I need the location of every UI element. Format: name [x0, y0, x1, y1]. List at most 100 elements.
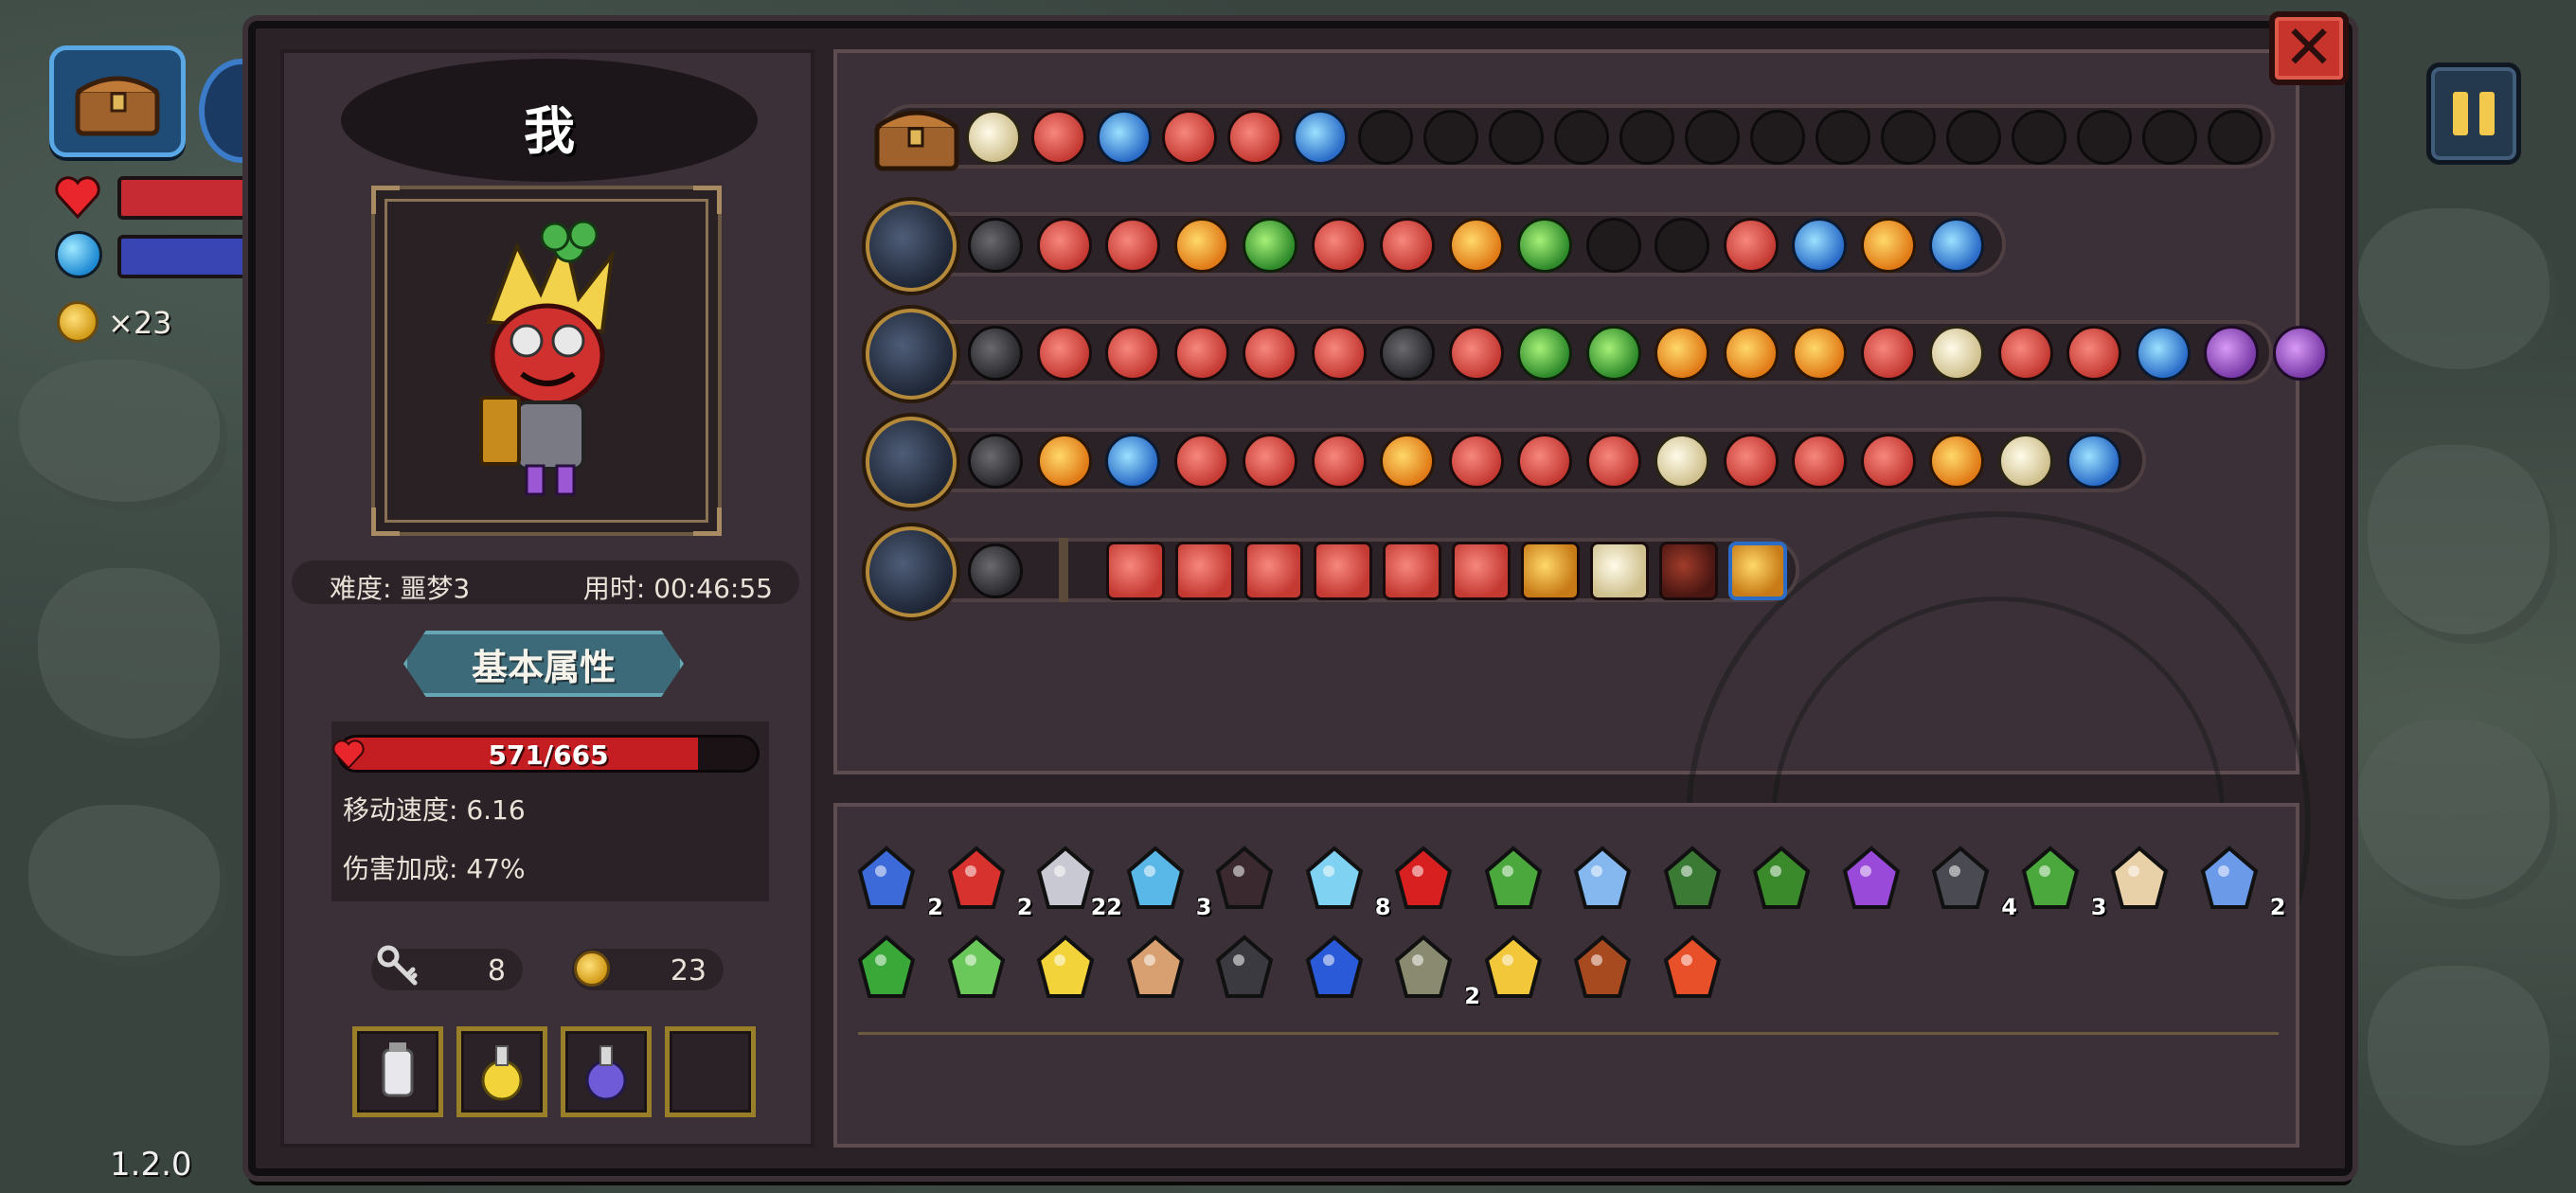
chest-module-slot[interactable] — [1162, 110, 1217, 165]
weapon-module-slot[interactable] — [1448, 218, 1504, 273]
blue-potion-icon[interactable] — [1298, 932, 1370, 1004]
chest-module-slot[interactable] — [1097, 110, 1152, 165]
chest-module-slot[interactable] — [966, 110, 1021, 165]
syringe-icon[interactable] — [940, 932, 1012, 1004]
glasses-icon[interactable] — [2103, 843, 2175, 915]
weapon-module-slot[interactable] — [1929, 434, 1984, 489]
empty-slot[interactable] — [1881, 110, 1936, 165]
weapon-module-slot[interactable] — [1860, 326, 1916, 381]
chest-module-slot[interactable] — [1031, 110, 1086, 165]
tab-basic-attributes[interactable]: 基本属性 — [403, 631, 684, 697]
weapon-module-slot[interactable] — [2204, 326, 2259, 381]
empty-slot[interactable] — [1655, 218, 1709, 273]
weapon-module-slot[interactable] — [2135, 326, 2191, 381]
green-scroll-icon[interactable] — [1656, 843, 1728, 915]
dagger-icon[interactable]: 2 — [1387, 932, 1480, 1009]
squid-icon[interactable]: 2 — [850, 843, 943, 920]
weapon-module-slot[interactable] — [1997, 434, 2053, 489]
weapon-module-slot[interactable] — [2272, 326, 2328, 381]
empty-slot[interactable] — [2208, 110, 2263, 165]
weapon-module-slot[interactable] — [2066, 326, 2121, 381]
weapon-module-slot[interactable] — [1036, 326, 1092, 381]
module-square-slot[interactable] — [1314, 542, 1372, 600]
plus-arrow-icon[interactable]: 4 — [1924, 843, 2017, 920]
weapon-module-slot[interactable] — [1311, 326, 1367, 381]
weapon-module-slot[interactable] — [1792, 434, 1847, 489]
weapon-module-slot[interactable] — [1997, 326, 2053, 381]
weapon-module-slot[interactable] — [1036, 218, 1092, 273]
potion-slot[interactable] — [352, 1026, 443, 1117]
weapon-module-slot[interactable] — [1311, 218, 1367, 273]
ice-arrow-icon[interactable]: 8 — [1298, 843, 1391, 920]
gold-flame-icon[interactable] — [1477, 932, 1549, 1004]
green-arrow-icon[interactable]: 3 — [2014, 843, 2107, 920]
weapon-module-slot[interactable] — [1380, 218, 1435, 273]
weapon-module-slot[interactable] — [1448, 326, 1504, 381]
weapon-module-slot[interactable] — [1105, 218, 1160, 273]
weapon-module-slot[interactable] — [1517, 434, 1572, 489]
fire-arrow-icon[interactable] — [1656, 932, 1728, 1004]
weapon-module-slot[interactable] — [1173, 326, 1229, 381]
weapon-module-slot[interactable] — [1380, 434, 1435, 489]
weapon-staff-icon[interactable] — [866, 201, 957, 292]
demon-mask-icon[interactable]: 2 — [940, 843, 1033, 920]
module-square-slot[interactable] — [1244, 542, 1303, 600]
weapon-module-slot[interactable] — [1723, 218, 1779, 273]
chest-module-slot[interactable] — [1293, 110, 1348, 165]
seed-icon[interactable] — [1119, 932, 1191, 1004]
weapon-module-slot[interactable] — [1448, 434, 1504, 489]
blue-flower-icon[interactable] — [1566, 843, 1638, 915]
blue-gem-icon[interactable]: 2 — [2193, 843, 2286, 920]
weapon-module-slot[interactable] — [1929, 218, 1984, 273]
empty-slot[interactable] — [1358, 110, 1413, 165]
clover-icon[interactable] — [850, 932, 922, 1004]
module-square-slot[interactable] — [1175, 542, 1234, 600]
chest-module-slot[interactable] — [1227, 110, 1282, 165]
weapon-dark-staff-icon[interactable] — [866, 526, 957, 617]
tentacle-icon[interactable] — [1208, 932, 1280, 1004]
weapon-module-slot[interactable] — [1105, 326, 1160, 381]
empty-slot[interactable] — [1423, 110, 1478, 165]
module-square-slot[interactable] — [1659, 542, 1718, 600]
empty-slot[interactable] — [1554, 110, 1609, 165]
close-button[interactable]: ✕ — [2269, 11, 2349, 85]
potion-slot[interactable] — [561, 1026, 652, 1117]
weapon-module-slot[interactable] — [968, 543, 1023, 598]
module-square-slot[interactable] — [1521, 542, 1580, 600]
weapon-module-slot[interactable] — [1585, 434, 1641, 489]
module-square-slot[interactable] — [1452, 542, 1511, 600]
blue-arrow-icon[interactable]: 3 — [1119, 843, 1212, 920]
weapon-module-slot[interactable] — [1311, 434, 1367, 489]
weapon-module-slot[interactable] — [1243, 218, 1297, 273]
crate-icon[interactable] — [1566, 932, 1638, 1004]
empty-slot[interactable] — [1816, 110, 1870, 165]
module-square-slot[interactable] — [1590, 542, 1649, 600]
empty-slot[interactable] — [1585, 218, 1641, 273]
empty-slot[interactable] — [1685, 110, 1740, 165]
empty-slot[interactable] — [1946, 110, 2001, 165]
empty-slot[interactable] — [2142, 110, 2197, 165]
weapon-module-slot[interactable] — [1655, 326, 1709, 381]
empty-slot[interactable] — [1619, 110, 1674, 165]
weapon-module-slot[interactable] — [1517, 326, 1572, 381]
purple-boot-icon[interactable] — [1835, 843, 1907, 915]
weapon-module-slot[interactable] — [1929, 326, 1984, 381]
pause-button[interactable] — [2426, 62, 2521, 165]
weapon-module-slot[interactable] — [1243, 434, 1297, 489]
weapon-module-slot[interactable] — [1105, 434, 1160, 489]
red-eye-icon[interactable] — [1387, 843, 1459, 915]
weapon-module-slot[interactable] — [968, 326, 1023, 381]
empty-slot[interactable] — [1750, 110, 1805, 165]
weapon-module-slot[interactable] — [1380, 326, 1435, 381]
weapon-module-slot[interactable] — [1173, 434, 1229, 489]
empty-slot[interactable] — [2012, 110, 2066, 165]
weapon-module-slot[interactable] — [1243, 326, 1297, 381]
candy-corn-icon[interactable] — [1029, 932, 1101, 1004]
green-leaf-icon[interactable] — [1477, 843, 1549, 915]
empty-slot[interactable] — [1489, 110, 1544, 165]
weapon-module-slot[interactable] — [1723, 326, 1779, 381]
weapon-module-slot[interactable] — [1860, 434, 1916, 489]
weapon-module-slot[interactable] — [1792, 218, 1847, 273]
weapon-module-slot[interactable] — [2066, 434, 2121, 489]
weapon-module-slot[interactable] — [1723, 434, 1779, 489]
